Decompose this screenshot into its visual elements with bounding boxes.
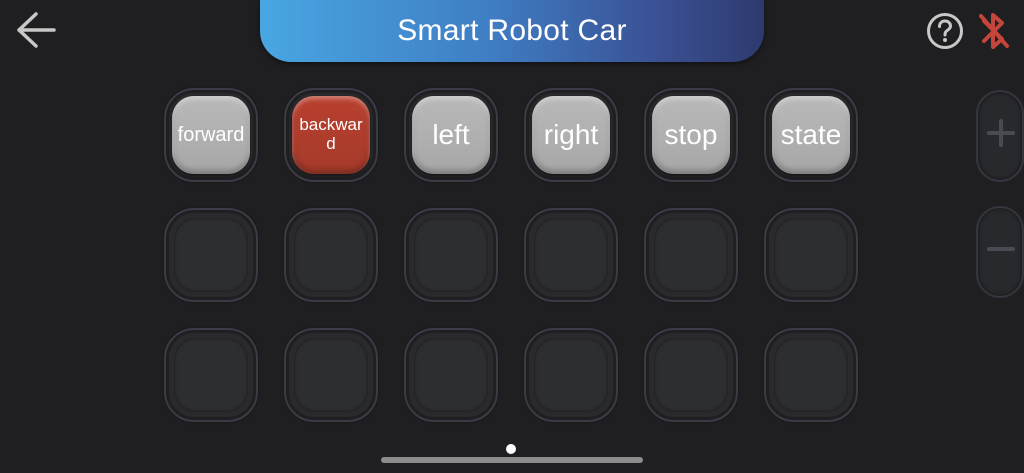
zoom-out-button[interactable]: [976, 206, 1024, 298]
empty-key-slot[interactable]: [164, 208, 258, 302]
empty-key-slot[interactable]: [524, 328, 618, 422]
right-button[interactable]: right: [532, 96, 610, 174]
title-banner: Smart Robot Car: [260, 0, 764, 62]
question-circle-icon: [927, 13, 963, 49]
key-label: left: [432, 118, 470, 150]
arrow-left-icon: [17, 12, 56, 48]
empty-key-slot[interactable]: [284, 328, 378, 422]
empty-key-slot[interactable]: [284, 208, 378, 302]
key-slot: forward: [164, 88, 258, 182]
forward-button[interactable]: forward: [172, 96, 250, 174]
empty-key-slot[interactable]: [524, 208, 618, 302]
empty-key-slot[interactable]: [404, 328, 498, 422]
key-slot: left: [404, 88, 498, 182]
empty-key-slot[interactable]: [764, 328, 858, 422]
page-indicator-dot: [506, 444, 516, 454]
state-button[interactable]: state: [772, 96, 850, 174]
key-label: backwar d: [299, 115, 363, 153]
key-label: stop: [664, 118, 718, 150]
key-label: right: [543, 118, 599, 150]
empty-key-slot[interactable]: [644, 208, 738, 302]
page-title: Smart Robot Car: [397, 14, 627, 47]
stop-button[interactable]: stop: [652, 96, 730, 174]
minus-icon: [987, 247, 1015, 251]
key-slot: stop: [644, 88, 738, 182]
help-button[interactable]: [926, 12, 964, 50]
button-grid: forward backwar d left right stop state: [164, 88, 860, 424]
bluetooth-button[interactable]: [976, 10, 1012, 52]
key-label: state: [780, 118, 842, 150]
back-button[interactable]: [14, 10, 58, 50]
zoom-in-button[interactable]: [976, 90, 1024, 182]
key-slot: right: [524, 88, 618, 182]
app-screen: Smart Robot Car forward backwar d left r…: [0, 0, 1024, 473]
bluetooth-disconnected-icon: [979, 13, 1009, 49]
left-button[interactable]: left: [412, 96, 490, 174]
empty-key-slot[interactable]: [764, 208, 858, 302]
empty-key-slot[interactable]: [644, 328, 738, 422]
backward-button[interactable]: backwar d: [292, 96, 370, 174]
empty-key-slot[interactable]: [404, 208, 498, 302]
key-slot: backwar d: [284, 88, 378, 182]
key-label: forward: [177, 124, 245, 146]
key-slot: state: [764, 88, 858, 182]
empty-key-slot[interactable]: [164, 328, 258, 422]
home-indicator[interactable]: [381, 457, 643, 463]
plus-icon: [987, 119, 1015, 147]
